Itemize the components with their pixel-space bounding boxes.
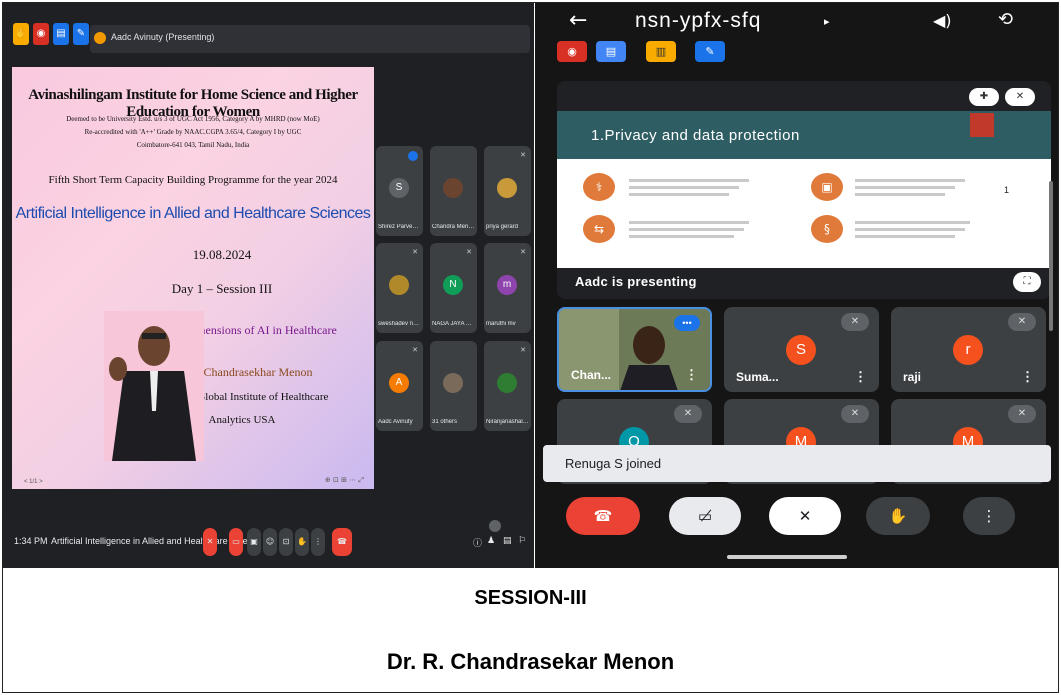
screenshot-root: ✋ ◉ ▤ ✎ Aadc Avinuty (Presenting) Avinas… — [0, 0, 1061, 695]
outer-border — [2, 2, 1059, 693]
